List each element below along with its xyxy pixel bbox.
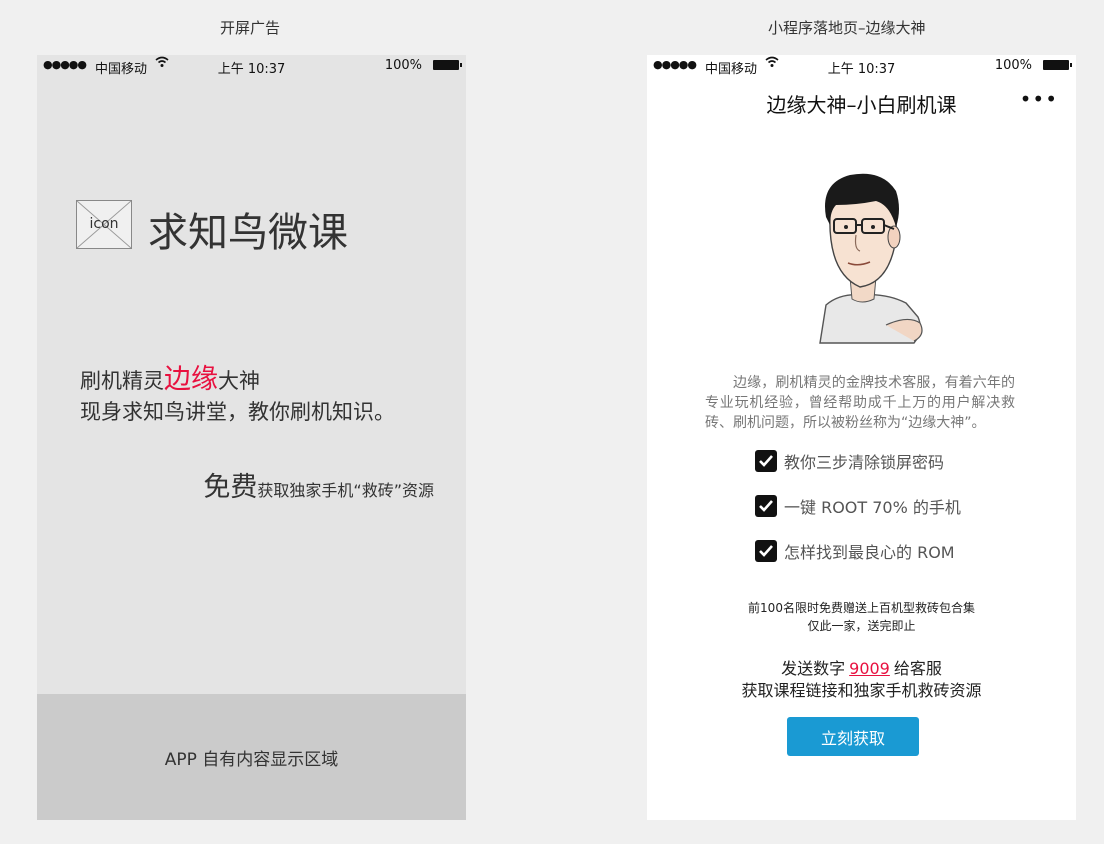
battery-icon	[1043, 60, 1072, 70]
checkbox-checked-icon	[755, 540, 777, 562]
checklist-label: 一键 ROOT 70% 的手机	[784, 498, 961, 517]
carrier-name: 中国移动	[705, 62, 758, 77]
promo-highlight: 边缘	[164, 364, 218, 395]
checklist-label: 怎样找到最良心的 ROM	[784, 543, 955, 562]
right-screen-caption: 小程序落地页–边缘大神	[768, 19, 926, 37]
promo-line-1: 刷机精灵边缘大神	[80, 357, 260, 396]
checklist-item: 一键 ROOT 70% 的手机	[755, 494, 961, 518]
send-suffix: 给客服	[893, 659, 942, 678]
signal-icon: ●●●●●	[653, 58, 697, 71]
checklist-label: 教你三步清除锁屏密码	[784, 453, 945, 472]
free-offer-text: 获取独家手机“救砖”资源	[257, 481, 434, 500]
landing-page-screen: ●●●●● 中国移动 上午 10:37 100% 边缘大神–小白刷机课 •••	[647, 55, 1076, 820]
more-options-icon[interactable]: •••	[1020, 89, 1058, 109]
limited-offer-line-2: 仅此一家，送完即止	[807, 619, 916, 633]
free-offer-line: 免费获取独家手机“救砖”资源	[203, 465, 434, 504]
free-label: 免费	[203, 472, 258, 503]
app-icon-placeholder: icon	[76, 200, 132, 249]
battery-percent: 100%	[384, 58, 422, 73]
mentor-portrait	[790, 165, 940, 345]
left-screen-caption: 开屏广告	[220, 19, 281, 37]
carrier-name: 中国移动	[95, 62, 148, 77]
send-code-line: 发送数字 9009 给客服	[647, 655, 1076, 679]
promo-suffix: 大神	[218, 369, 260, 393]
battery-icon	[433, 60, 462, 70]
promo-prefix: 刷机精灵	[80, 369, 164, 393]
icon-placeholder-label: icon	[89, 216, 119, 232]
page-title: 边缘大神–小白刷机课	[766, 93, 957, 117]
checkbox-checked-icon	[755, 450, 777, 472]
mentor-intro: 边缘，刷机精灵的金牌技术客服，有着六年的专业玩机经验，曾经帮助成千上万的用户解决…	[705, 375, 1015, 431]
get-now-button[interactable]: 立刻获取	[787, 717, 919, 756]
status-time: 上午 10:37	[827, 62, 896, 77]
status-time: 上午 10:37	[217, 62, 286, 77]
app-content-area: APP 自有内容显示区域	[37, 694, 466, 820]
status-bar: ●●●●● 中国移动 上午 10:37 100%	[37, 55, 466, 77]
send-prefix: 发送数字	[781, 659, 846, 678]
wifi-icon	[155, 56, 169, 72]
battery-percent: 100%	[994, 58, 1032, 73]
signal-icon: ●●●●●	[43, 58, 87, 71]
checklist-item: 怎样找到最良心的 ROM	[755, 539, 955, 563]
send-description: 获取课程链接和独家手机救砖资源	[741, 681, 982, 700]
splash-ad-screen: ●●●●● 中国移动 上午 10:37 100% icon 求知鸟微课 刷机精灵…	[37, 55, 466, 820]
brand-title: 求知鸟微课	[148, 210, 348, 256]
checklist-item: 教你三步清除锁屏密码	[755, 449, 944, 473]
promo-line-2: 现身求知鸟讲堂，教你刷机知识。	[80, 400, 395, 424]
limited-offer-line-1: 前100名限时免费赠送上百机型救砖包合集	[748, 601, 975, 615]
status-bar: ●●●●● 中国移动 上午 10:37 100%	[647, 55, 1076, 77]
checkbox-checked-icon	[755, 495, 777, 517]
wifi-icon	[765, 56, 779, 72]
app-content-label: APP 自有内容显示区域	[164, 749, 339, 770]
send-code: 9009	[849, 659, 890, 678]
